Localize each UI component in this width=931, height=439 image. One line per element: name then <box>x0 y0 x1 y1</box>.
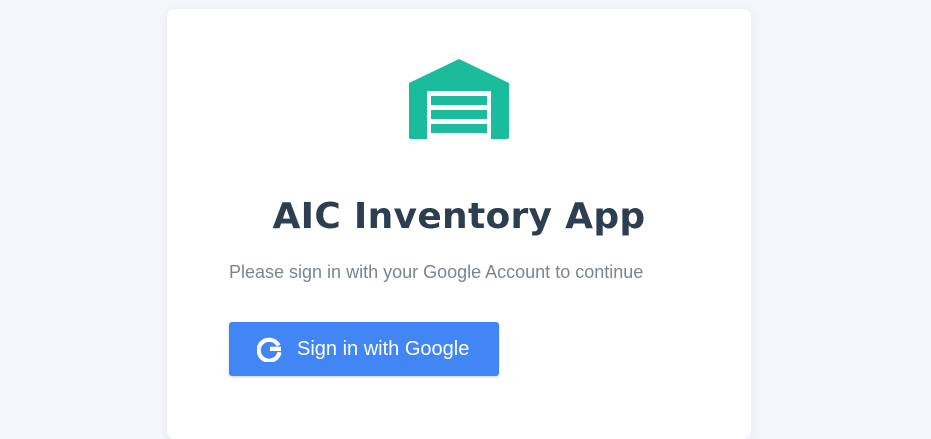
google-icon <box>256 336 283 363</box>
google-signin-button[interactable]: Sign in with Google <box>229 322 499 376</box>
page-title: AIC Inventory App <box>272 196 646 237</box>
warehouse-icon <box>409 59 509 139</box>
signin-instructions: Please sign in with your Google Account … <box>229 262 644 282</box>
login-card: AIC Inventory App Please sign in with yo… <box>167 9 751 439</box>
google-signin-label: Sign in with Google <box>297 338 470 360</box>
